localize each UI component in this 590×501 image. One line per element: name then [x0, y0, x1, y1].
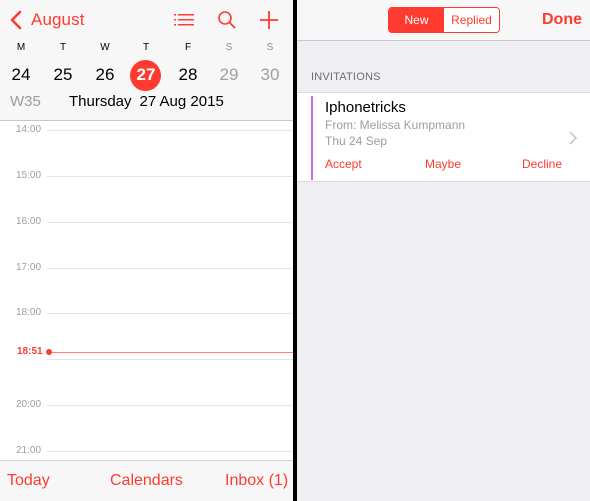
hour-row: 14:00 — [0, 125, 293, 135]
weekday-label: S — [266, 42, 274, 53]
date-cell-selected[interactable]: 27 — [126, 60, 166, 90]
date-cell[interactable]: 25 — [43, 60, 83, 90]
weekday-label: M — [16, 42, 26, 53]
hour-gridline — [47, 268, 293, 269]
inbox-view: New Replied Done INVITATIONS Iphonetrick… — [297, 0, 590, 501]
weekday-label: S — [225, 42, 233, 53]
hour-row: 17:00 — [0, 263, 293, 273]
hour-gridline — [47, 222, 293, 223]
hour-gridline — [47, 313, 293, 314]
day-timeline[interactable]: 14:00 15:00 16:00 17:00 18:00 20:00 21:0… — [0, 122, 293, 460]
plus-icon[interactable] — [257, 9, 281, 31]
hour-label: 17:00 — [16, 262, 42, 273]
current-time-dot — [46, 349, 52, 355]
current-time-line — [50, 352, 293, 353]
hour-label: 14:00 — [16, 124, 42, 135]
hour-gridline — [47, 359, 293, 360]
calendars-button[interactable]: Calendars — [110, 472, 183, 490]
hour-label: 15:00 — [16, 170, 42, 181]
back-label: August — [31, 10, 85, 29]
week-date-strip: 24 25 26 27 28 29 30 — [0, 60, 293, 90]
today-button[interactable]: Today — [7, 472, 50, 490]
calendar-day-view: August M T W T F S S 24 25 26 27 28 29 3… — [0, 0, 293, 501]
hour-label: 16:00 — [16, 216, 42, 227]
hour-row: 16:00 — [0, 217, 293, 227]
invitation-item[interactable]: Iphonetricks From: Melissa Kumpmann Thu … — [297, 92, 590, 182]
date-cell[interactable]: 28 — [168, 60, 208, 90]
hour-gridline — [47, 176, 293, 177]
inbox-button[interactable]: Inbox (1) — [225, 472, 288, 490]
hour-label: 18:00 — [16, 307, 42, 318]
search-icon[interactable] — [215, 9, 239, 31]
calendar-color-bar — [311, 96, 313, 180]
done-button[interactable]: Done — [542, 11, 582, 29]
date-cell[interactable]: 26 — [85, 60, 125, 90]
current-time-label: 18:51 — [17, 346, 43, 357]
selected-date: 27 Aug 2015 — [139, 93, 224, 110]
hour-row: 18:00 — [0, 308, 293, 318]
calendar-header: August M T W T F S S 24 25 26 27 28 29 3… — [0, 0, 293, 121]
hour-gridline — [47, 130, 293, 131]
bottom-toolbar: Today Calendars Inbox (1) — [0, 460, 293, 501]
list-icon[interactable] — [172, 9, 196, 31]
date-cell[interactable]: 24 — [1, 60, 41, 90]
inbox-nav-bar: New Replied Done — [297, 0, 590, 41]
weekday-label: T — [59, 42, 67, 53]
weekday-label: W — [100, 42, 110, 53]
hour-gridline — [47, 405, 293, 406]
decline-button[interactable]: Decline — [522, 157, 562, 171]
date-cell[interactable]: 30 — [250, 60, 290, 90]
current-time-indicator: 18:51 — [0, 347, 293, 357]
hour-row: 21:00 — [0, 446, 293, 456]
section-header-invitations: INVITATIONS — [311, 71, 381, 83]
back-to-month-button[interactable]: August — [7, 9, 85, 31]
inbox-segmented-control: New Replied — [388, 7, 500, 33]
date-cell[interactable]: 29 — [209, 60, 249, 90]
invitation-title: Iphonetricks — [325, 99, 406, 116]
weekday-label: F — [184, 42, 192, 53]
hour-row: 15:00 — [0, 171, 293, 181]
selected-weekday: Thursday — [69, 93, 132, 110]
segment-new[interactable]: New — [389, 8, 444, 32]
hour-label: 21:00 — [16, 445, 42, 456]
chevron-left-icon — [10, 10, 22, 30]
maybe-button[interactable]: Maybe — [425, 157, 461, 171]
hour-gridline — [47, 451, 293, 452]
hour-row: 20:00 — [0, 400, 293, 410]
invitation-sender: From: Melissa Kumpmann — [325, 118, 466, 132]
weekday-label: T — [142, 42, 150, 53]
hour-label: 20:00 — [16, 399, 42, 410]
invitation-date: Thu 24 Sep — [325, 134, 388, 148]
chevron-right-icon[interactable] — [568, 131, 578, 145]
week-number: W35 — [10, 93, 41, 110]
selected-full-date: Thursday 27 Aug 2015 — [69, 93, 224, 110]
segment-replied[interactable]: Replied — [444, 8, 499, 32]
accept-button[interactable]: Accept — [325, 157, 362, 171]
weekday-labels: M T W T F S S — [0, 42, 293, 56]
